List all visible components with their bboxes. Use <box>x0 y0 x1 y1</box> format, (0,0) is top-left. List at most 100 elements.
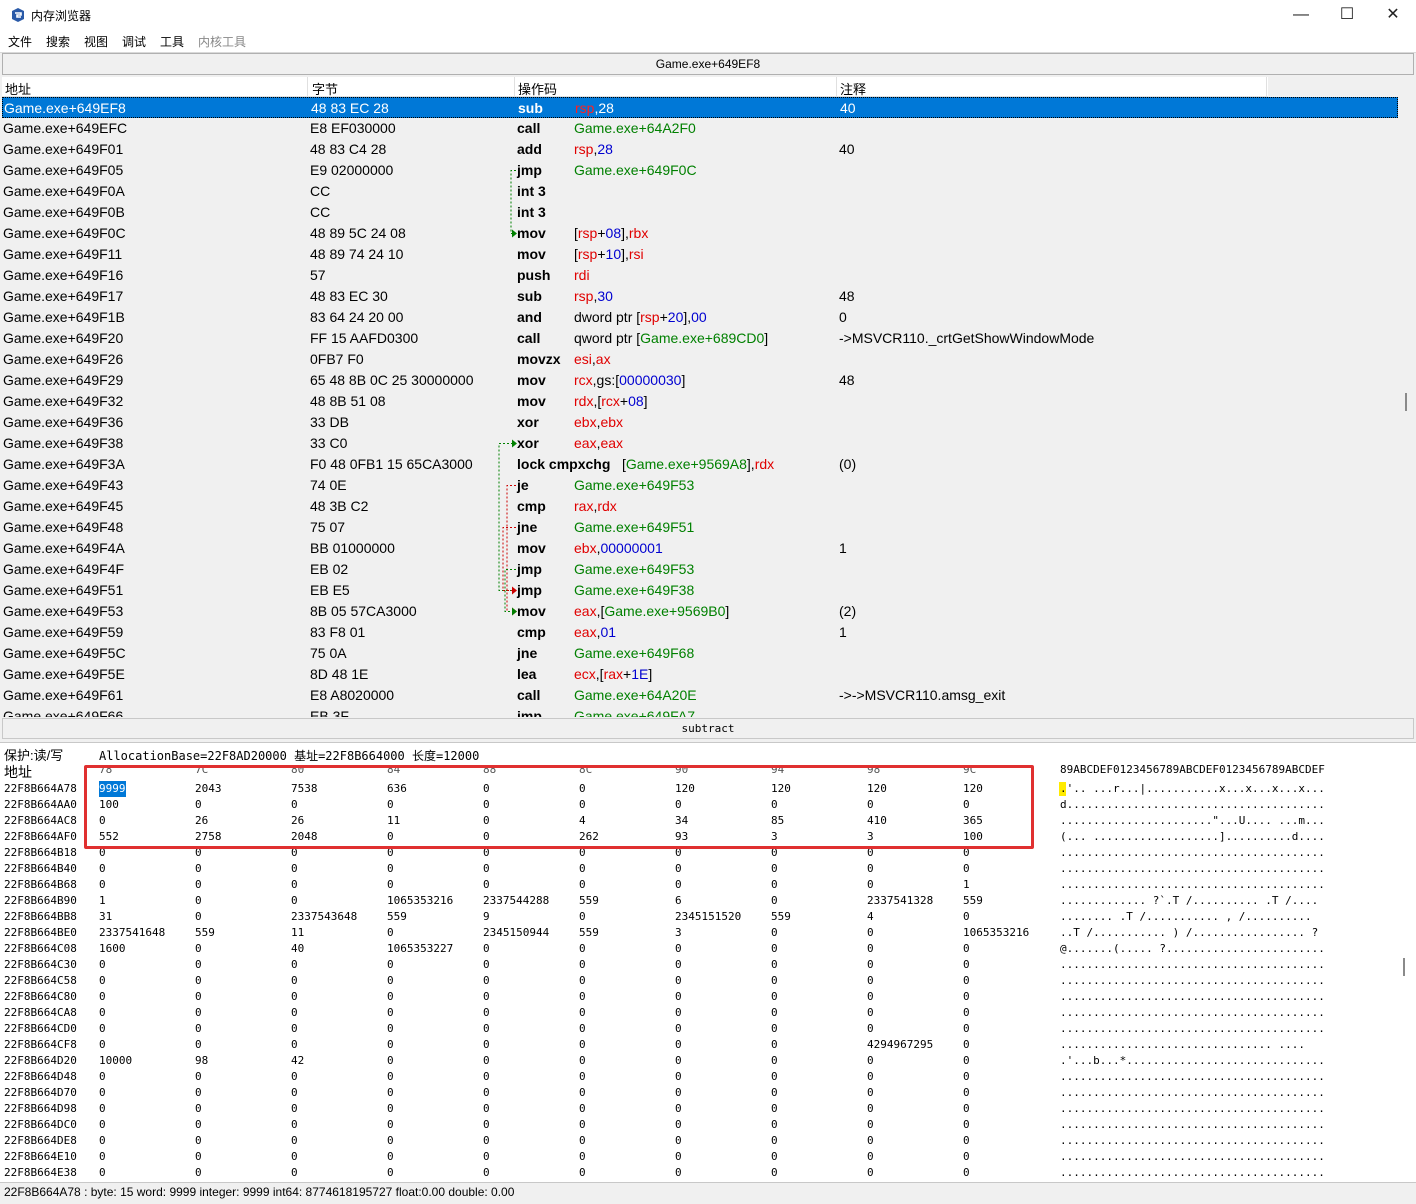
hex-value[interactable]: 0 <box>99 1005 106 1021</box>
hex-value[interactable]: 0 <box>195 973 202 989</box>
hex-value[interactable]: 0 <box>483 1133 490 1149</box>
hex-value[interactable]: 0 <box>387 1021 394 1037</box>
hex-value[interactable]: 0 <box>771 1005 778 1021</box>
hex-value[interactable]: 3 <box>675 925 682 941</box>
disasm-row[interactable]: Game.exe+649F17 48 83 EC 30 sub rsp,30 48 <box>2 286 1398 307</box>
menu-file[interactable]: 文件 <box>8 33 32 50</box>
hex-value[interactable]: 0 <box>579 1101 586 1117</box>
hex-value[interactable]: 0 <box>867 861 874 877</box>
hex-row[interactable]: 22F8B664CD0 0 0 0 0 0 0 0 0 0 0...................… <box>0 1021 1400 1037</box>
close-button[interactable]: ✕ <box>1370 0 1416 30</box>
disasm-row[interactable]: Game.exe+649F5C 75 0A jne Game.exe+649F68 <box>2 643 1398 664</box>
hex-row[interactable]: 22F8B664E10 0 0 0 0 0 0 0 0 0 0...................… <box>0 1149 1400 1165</box>
hex-value[interactable]: 0 <box>291 1101 298 1117</box>
disassembly-view[interactable]: Game.exe+649EF8 48 83 EC 28 sub rsp,28 40 Gam… <box>2 97 1399 717</box>
disasm-row[interactable]: Game.exe+649F48 75 07 jne Game.exe+649F51 <box>2 517 1398 538</box>
hex-value[interactable]: 0 <box>291 877 298 893</box>
hex-value[interactable]: 0 <box>867 1117 874 1133</box>
hex-scroll-thumb[interactable] <box>1403 958 1405 976</box>
hex-row[interactable]: 22F8B664D70 0 0 0 0 0 0 0 0 0 0...................… <box>0 1085 1400 1101</box>
hex-value[interactable]: 0 <box>579 877 586 893</box>
hex-value[interactable]: 0 <box>579 989 586 1005</box>
menu-view[interactable]: 视图 <box>84 33 108 50</box>
hex-value[interactable]: 0 <box>867 1069 874 1085</box>
hex-value[interactable]: 0 <box>675 1053 682 1069</box>
hex-value[interactable]: 0 <box>291 973 298 989</box>
hex-value[interactable]: 0 <box>291 861 298 877</box>
hex-value[interactable]: 0 <box>387 925 394 941</box>
hex-row[interactable]: 22F8B664C58 0 0 0 0 0 0 0 0 0 0...................… <box>0 973 1400 989</box>
disasm-row[interactable]: Game.exe+649F5E 8D 48 1E lea ecx,[rax+1E] <box>2 664 1398 685</box>
column-opcode[interactable]: 操作码 <box>518 79 557 98</box>
hex-value[interactable]: 0 <box>675 1021 682 1037</box>
column-address[interactable]: 地址 <box>5 79 31 98</box>
hex-value[interactable]: 0 <box>291 1021 298 1037</box>
hex-value[interactable]: 1065353216 <box>963 925 1029 941</box>
hex-value[interactable]: 0 <box>579 1005 586 1021</box>
hex-value[interactable]: 0 <box>483 1117 490 1133</box>
hex-value[interactable]: 0 <box>99 1149 106 1165</box>
hex-value[interactable]: 0 <box>195 989 202 1005</box>
hex-value[interactable]: 2337544288 <box>483 893 549 909</box>
hex-value[interactable]: 0 <box>675 1133 682 1149</box>
hex-value[interactable]: 0 <box>483 877 490 893</box>
hex-value[interactable]: 0 <box>483 957 490 973</box>
hex-value[interactable]: 0 <box>963 1101 970 1117</box>
hex-value[interactable]: 0 <box>963 1117 970 1133</box>
disasm-row[interactable]: Game.exe+649EFC E8 EF030000 call Game.exe+6… <box>2 118 1398 139</box>
hex-value[interactable]: 0 <box>291 1069 298 1085</box>
hex-value[interactable]: 0 <box>963 957 970 973</box>
hex-value[interactable]: 10000 <box>99 1053 132 1069</box>
hex-value[interactable]: 0 <box>771 877 778 893</box>
hex-value[interactable]: 0 <box>867 989 874 1005</box>
hex-row[interactable]: 22F8B664BE0 2337541648 559 11 0 2345150944 559… <box>0 925 1400 941</box>
hex-value[interactable]: 0 <box>483 1085 490 1101</box>
hex-value[interactable]: 42 <box>291 1053 304 1069</box>
disasm-row[interactable]: Game.exe+649F32 48 8B 51 08 mov rdx,[rcx+08… <box>2 391 1398 412</box>
hex-value[interactable]: 0 <box>867 1005 874 1021</box>
disasm-row[interactable]: Game.exe+649F51 EB E5 jmp Game.exe+649F38 <box>2 580 1398 601</box>
hex-value[interactable]: 2345151520 <box>675 909 741 925</box>
hex-value[interactable]: 0 <box>291 1085 298 1101</box>
hex-value[interactable]: 0 <box>675 1037 682 1053</box>
hex-value[interactable]: 0 <box>963 1149 970 1165</box>
hex-value[interactable]: 0 <box>675 1069 682 1085</box>
hex-value[interactable]: 40 <box>291 941 304 957</box>
hex-value[interactable]: 0 <box>387 1165 394 1181</box>
hex-value[interactable]: 0 <box>771 1085 778 1101</box>
hex-value[interactable]: 0 <box>579 1085 586 1101</box>
hex-value[interactable]: 0 <box>387 1053 394 1069</box>
hex-value[interactable]: 0 <box>387 957 394 973</box>
hex-value[interactable]: 559 <box>387 909 407 925</box>
hex-value[interactable]: 0 <box>195 1069 202 1085</box>
menu-kernel-tools[interactable]: 内核工具 <box>198 33 246 50</box>
hex-value[interactable]: 0 <box>771 1133 778 1149</box>
hex-value[interactable]: 31 <box>99 909 112 925</box>
hex-value[interactable]: 0 <box>387 1037 394 1053</box>
hex-row[interactable]: 22F8B664DE8 0 0 0 0 0 0 0 0 0 0...................… <box>0 1133 1400 1149</box>
disasm-row[interactable]: Game.exe+649EF8 48 83 EC 28 sub rsp,28 40 <box>2 97 1398 118</box>
hex-value[interactable]: 0 <box>963 909 970 925</box>
hex-value[interactable]: 0 <box>99 989 106 1005</box>
disasm-row[interactable]: Game.exe+649F16 57 push rdi <box>2 265 1398 286</box>
hex-value[interactable]: 0 <box>291 1165 298 1181</box>
hex-value[interactable]: 0 <box>675 973 682 989</box>
hex-value[interactable]: 0 <box>675 1085 682 1101</box>
hex-value[interactable]: 0 <box>291 1037 298 1053</box>
hex-value[interactable]: 0 <box>771 1101 778 1117</box>
disasm-row[interactable]: Game.exe+649F53 8B 05 57CA3000 mov eax,[Gam… <box>2 601 1398 622</box>
hex-value[interactable]: 0 <box>963 1133 970 1149</box>
hex-value[interactable]: 0 <box>291 893 298 909</box>
disasm-row[interactable]: Game.exe+649F1B 83 64 24 20 00 and dword pt… <box>2 307 1398 328</box>
hex-value[interactable]: 0 <box>291 1133 298 1149</box>
hex-value[interactable]: 0 <box>195 1005 202 1021</box>
minimize-button[interactable]: — <box>1278 0 1324 30</box>
hex-value[interactable]: 0 <box>579 973 586 989</box>
hex-value[interactable]: 0 <box>195 1101 202 1117</box>
hex-value[interactable]: 0 <box>675 1005 682 1021</box>
hex-value[interactable]: 0 <box>771 957 778 973</box>
hex-value[interactable]: 0 <box>483 1149 490 1165</box>
hex-value[interactable]: 0 <box>483 973 490 989</box>
hex-value[interactable]: 0 <box>675 861 682 877</box>
hex-row[interactable]: 22F8B664E38 0 0 0 0 0 0 0 0 0 0...................… <box>0 1165 1400 1181</box>
